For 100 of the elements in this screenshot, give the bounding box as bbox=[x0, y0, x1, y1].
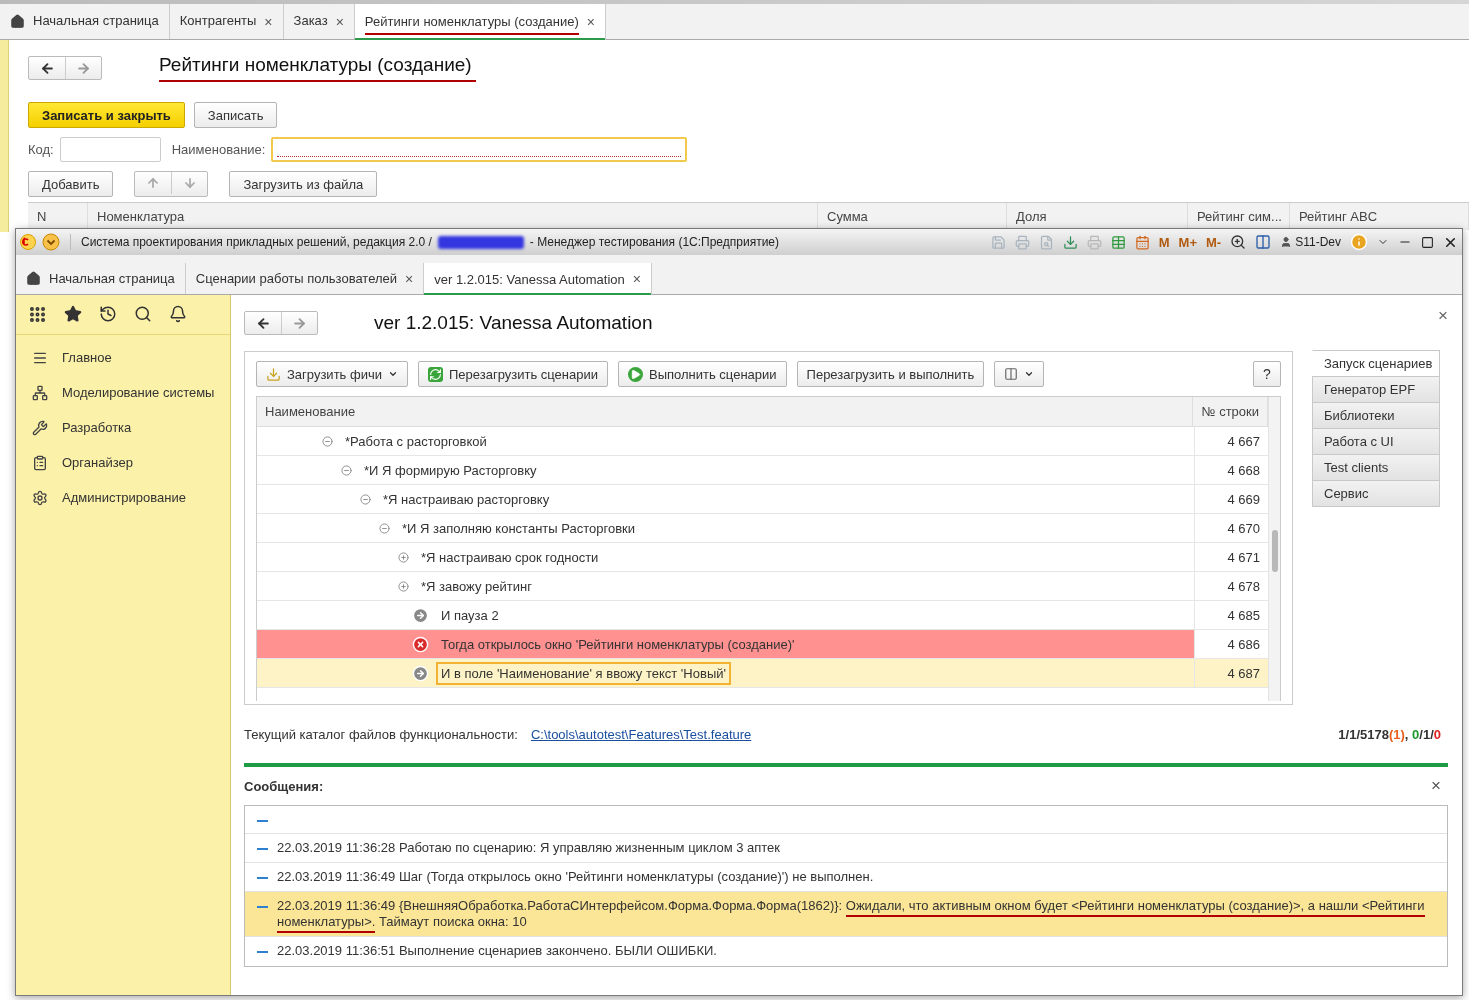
collapse-icon[interactable] bbox=[322, 435, 333, 447]
input-field[interactable] bbox=[59, 137, 161, 162]
tree-row[interactable]: *Я настраиваю срок годности 4 671 bbox=[257, 543, 1268, 572]
expand-icon[interactable] bbox=[398, 580, 409, 592]
step-text: *Я настраиваю срок годности bbox=[420, 548, 600, 567]
tab[interactable]: Контрагенты × bbox=[169, 4, 284, 39]
user-name[interactable]: S11-Dev bbox=[1295, 235, 1341, 249]
tab[interactable]: ver 1.2.015: Vanessa Automation × bbox=[424, 263, 652, 295]
history-icon[interactable] bbox=[99, 305, 117, 323]
caret-icon bbox=[1024, 369, 1035, 379]
help-button[interactable]: ? bbox=[1253, 361, 1281, 387]
toolbar-button[interactable]: Выполнить сценарии bbox=[618, 361, 787, 387]
step-text: *И Я формирую Расторговку bbox=[363, 461, 538, 480]
columns-button[interactable] bbox=[994, 361, 1045, 387]
collapse-icon[interactable] bbox=[341, 464, 352, 476]
sidebar-item[interactable]: Главное bbox=[16, 340, 230, 375]
add-button[interactable]: Добавить bbox=[28, 171, 114, 197]
toolbar-button[interactable]: Загрузить фичи bbox=[256, 361, 408, 387]
caret-icon bbox=[387, 369, 398, 379]
sidebar-item[interactable]: Органайзер bbox=[16, 445, 230, 480]
sidebar-item[interactable]: Разработка bbox=[16, 410, 230, 445]
wrench-icon bbox=[32, 419, 48, 436]
tree-row[interactable]: И пауза 2 4 685 bbox=[257, 601, 1268, 630]
tree-row[interactable]: *Я настраиваю расторговку 4 669 bbox=[257, 485, 1268, 514]
tree-row[interactable]: *Работа с расторговкой 4 667 bbox=[257, 427, 1268, 456]
step-text: *Работа с расторговкой bbox=[344, 432, 488, 451]
toolbar-button[interactable]: Перезагрузить и выполнить bbox=[796, 361, 985, 387]
sidebar-item[interactable]: Администрирование bbox=[16, 480, 230, 515]
tree-row[interactable]: Тогда открылось окно 'Рейтинги номенклатуры (создание)' 4 686 bbox=[257, 630, 1268, 659]
side-tab[interactable]: Библиотеки bbox=[1312, 402, 1440, 429]
tree-row[interactable]: *И Я формирую Расторговку 4 668 bbox=[257, 456, 1268, 485]
print-icon[interactable] bbox=[1086, 234, 1102, 250]
run-icon bbox=[628, 366, 643, 382]
message-row[interactable] bbox=[245, 892, 1447, 937]
side-tab[interactable]: Сервис bbox=[1312, 480, 1440, 507]
step-text: *И Я заполняю константы Расторговки bbox=[401, 519, 636, 538]
collapse-icon[interactable] bbox=[360, 493, 371, 505]
expand-icon[interactable] bbox=[398, 551, 409, 563]
input-field[interactable] bbox=[271, 137, 688, 162]
line-number: 4 670 bbox=[1227, 520, 1260, 536]
memory-button[interactable]: M+ bbox=[1178, 234, 1198, 250]
message-text: 22.03.2019 11:36:51 Выполнение сценариев закончено. БЫЛИ ОШИБКИ. bbox=[277, 943, 717, 959]
tab[interactable]: Заказ × bbox=[283, 4, 355, 39]
panels-icon[interactable] bbox=[1255, 234, 1272, 250]
load-file-button[interactable]: Загрузить из файла bbox=[229, 171, 378, 197]
search-icon[interactable] bbox=[134, 305, 152, 323]
tree-row[interactable]: *Я завожу рейтинг 4 678 bbox=[257, 572, 1268, 601]
bell-icon[interactable] bbox=[169, 305, 187, 323]
reload-icon bbox=[427, 366, 443, 382]
close-button[interactable]: × bbox=[1431, 776, 1441, 796]
collapse-icon[interactable] bbox=[379, 522, 390, 534]
side-tab[interactable]: Генератор EPF bbox=[1312, 376, 1440, 403]
column-header[interactable]: Наименование bbox=[257, 397, 1193, 426]
scrollbar[interactable] bbox=[1268, 397, 1280, 701]
window-title: Система проектирования прикладных решений, редакция 2.0 / bbox=[81, 235, 432, 249]
star-icon[interactable] bbox=[64, 305, 82, 323]
side-tab[interactable]: Test clients bbox=[1312, 454, 1440, 481]
main-menu-icon[interactable] bbox=[42, 233, 60, 251]
window-title: - Менеджер тестирования (1С:Предприятие) bbox=[529, 235, 779, 249]
close-button[interactable]: × bbox=[335, 13, 344, 30]
dash-icon bbox=[257, 951, 268, 953]
memory-button[interactable]: M bbox=[1158, 234, 1170, 250]
dash-icon bbox=[257, 820, 268, 822]
maximize-icon[interactable] bbox=[1421, 235, 1434, 249]
gear-icon bbox=[32, 489, 48, 506]
preview-icon[interactable] bbox=[1038, 234, 1054, 250]
save-button[interactable]: Записать bbox=[193, 102, 278, 128]
step-text: Тогда открылось окно 'Рейтинги номенклатуры (создание)' bbox=[440, 635, 796, 654]
close-button[interactable]: × bbox=[264, 13, 273, 30]
home-icon bbox=[10, 14, 25, 29]
dash-icon bbox=[257, 877, 268, 879]
import-icon[interactable] bbox=[1062, 234, 1078, 250]
print-icon[interactable] bbox=[1014, 234, 1030, 250]
catalog-label: Текущий каталог файлов функциональности: bbox=[244, 726, 518, 742]
close-button[interactable]: × bbox=[632, 271, 641, 287]
apps-icon[interactable] bbox=[28, 305, 47, 324]
columns-icon bbox=[1004, 367, 1019, 381]
side-tab[interactable]: Работа с UI bbox=[1312, 428, 1440, 455]
info-icon[interactable] bbox=[1350, 233, 1368, 251]
home-icon bbox=[26, 271, 41, 286]
message-text: 22.03.2019 11:36:49 {ВнешняяОбработка.РаботаСИнтерфейсом.Форма.Форма.Форма(1862)}: Ожидали, что активным окном будет <Рейтинги номенклатуры (создание)>, а нашли <Рейтинги номенклатуры>. Таймаут поиска окна: 10 bbox=[277, 898, 1427, 930]
tab[interactable]: Начальная страница bbox=[0, 4, 170, 39]
close-button[interactable]: × bbox=[1438, 306, 1448, 326]
save-close-button[interactable]: Записать и закрыть bbox=[28, 102, 185, 128]
close-button[interactable]: × bbox=[586, 14, 595, 30]
zoom-icon[interactable] bbox=[1230, 234, 1247, 250]
save-icon[interactable] bbox=[990, 234, 1006, 250]
side-tab[interactable]: Запуск сценариев bbox=[1312, 350, 1440, 377]
step-text: *Я настраиваю расторговку bbox=[382, 490, 551, 509]
tab[interactable]: Начальная страница bbox=[16, 263, 186, 294]
sidebar-item[interactable]: Моделирование системы bbox=[16, 375, 230, 410]
toolbar-button[interactable]: Перезагрузить сценарии bbox=[417, 361, 608, 387]
tab[interactable]: Рейтинги номенклатуры (создание) × bbox=[354, 4, 606, 40]
catalog-link[interactable]: C:\tools\autotest\Features\Test.feature bbox=[530, 726, 752, 742]
memory-button[interactable]: M- bbox=[1206, 234, 1222, 250]
calendar-icon[interactable] bbox=[1134, 234, 1150, 250]
tree-row[interactable]: *И Я заполняю константы Расторговки 4 670 bbox=[257, 514, 1268, 543]
close-button[interactable]: × bbox=[405, 270, 414, 287]
tree-row[interactable]: И в поле 'Наименование' я ввожу текст 'Новый' 4 687 bbox=[257, 659, 1268, 688]
step-text: *Я завожу рейтинг bbox=[420, 577, 533, 596]
